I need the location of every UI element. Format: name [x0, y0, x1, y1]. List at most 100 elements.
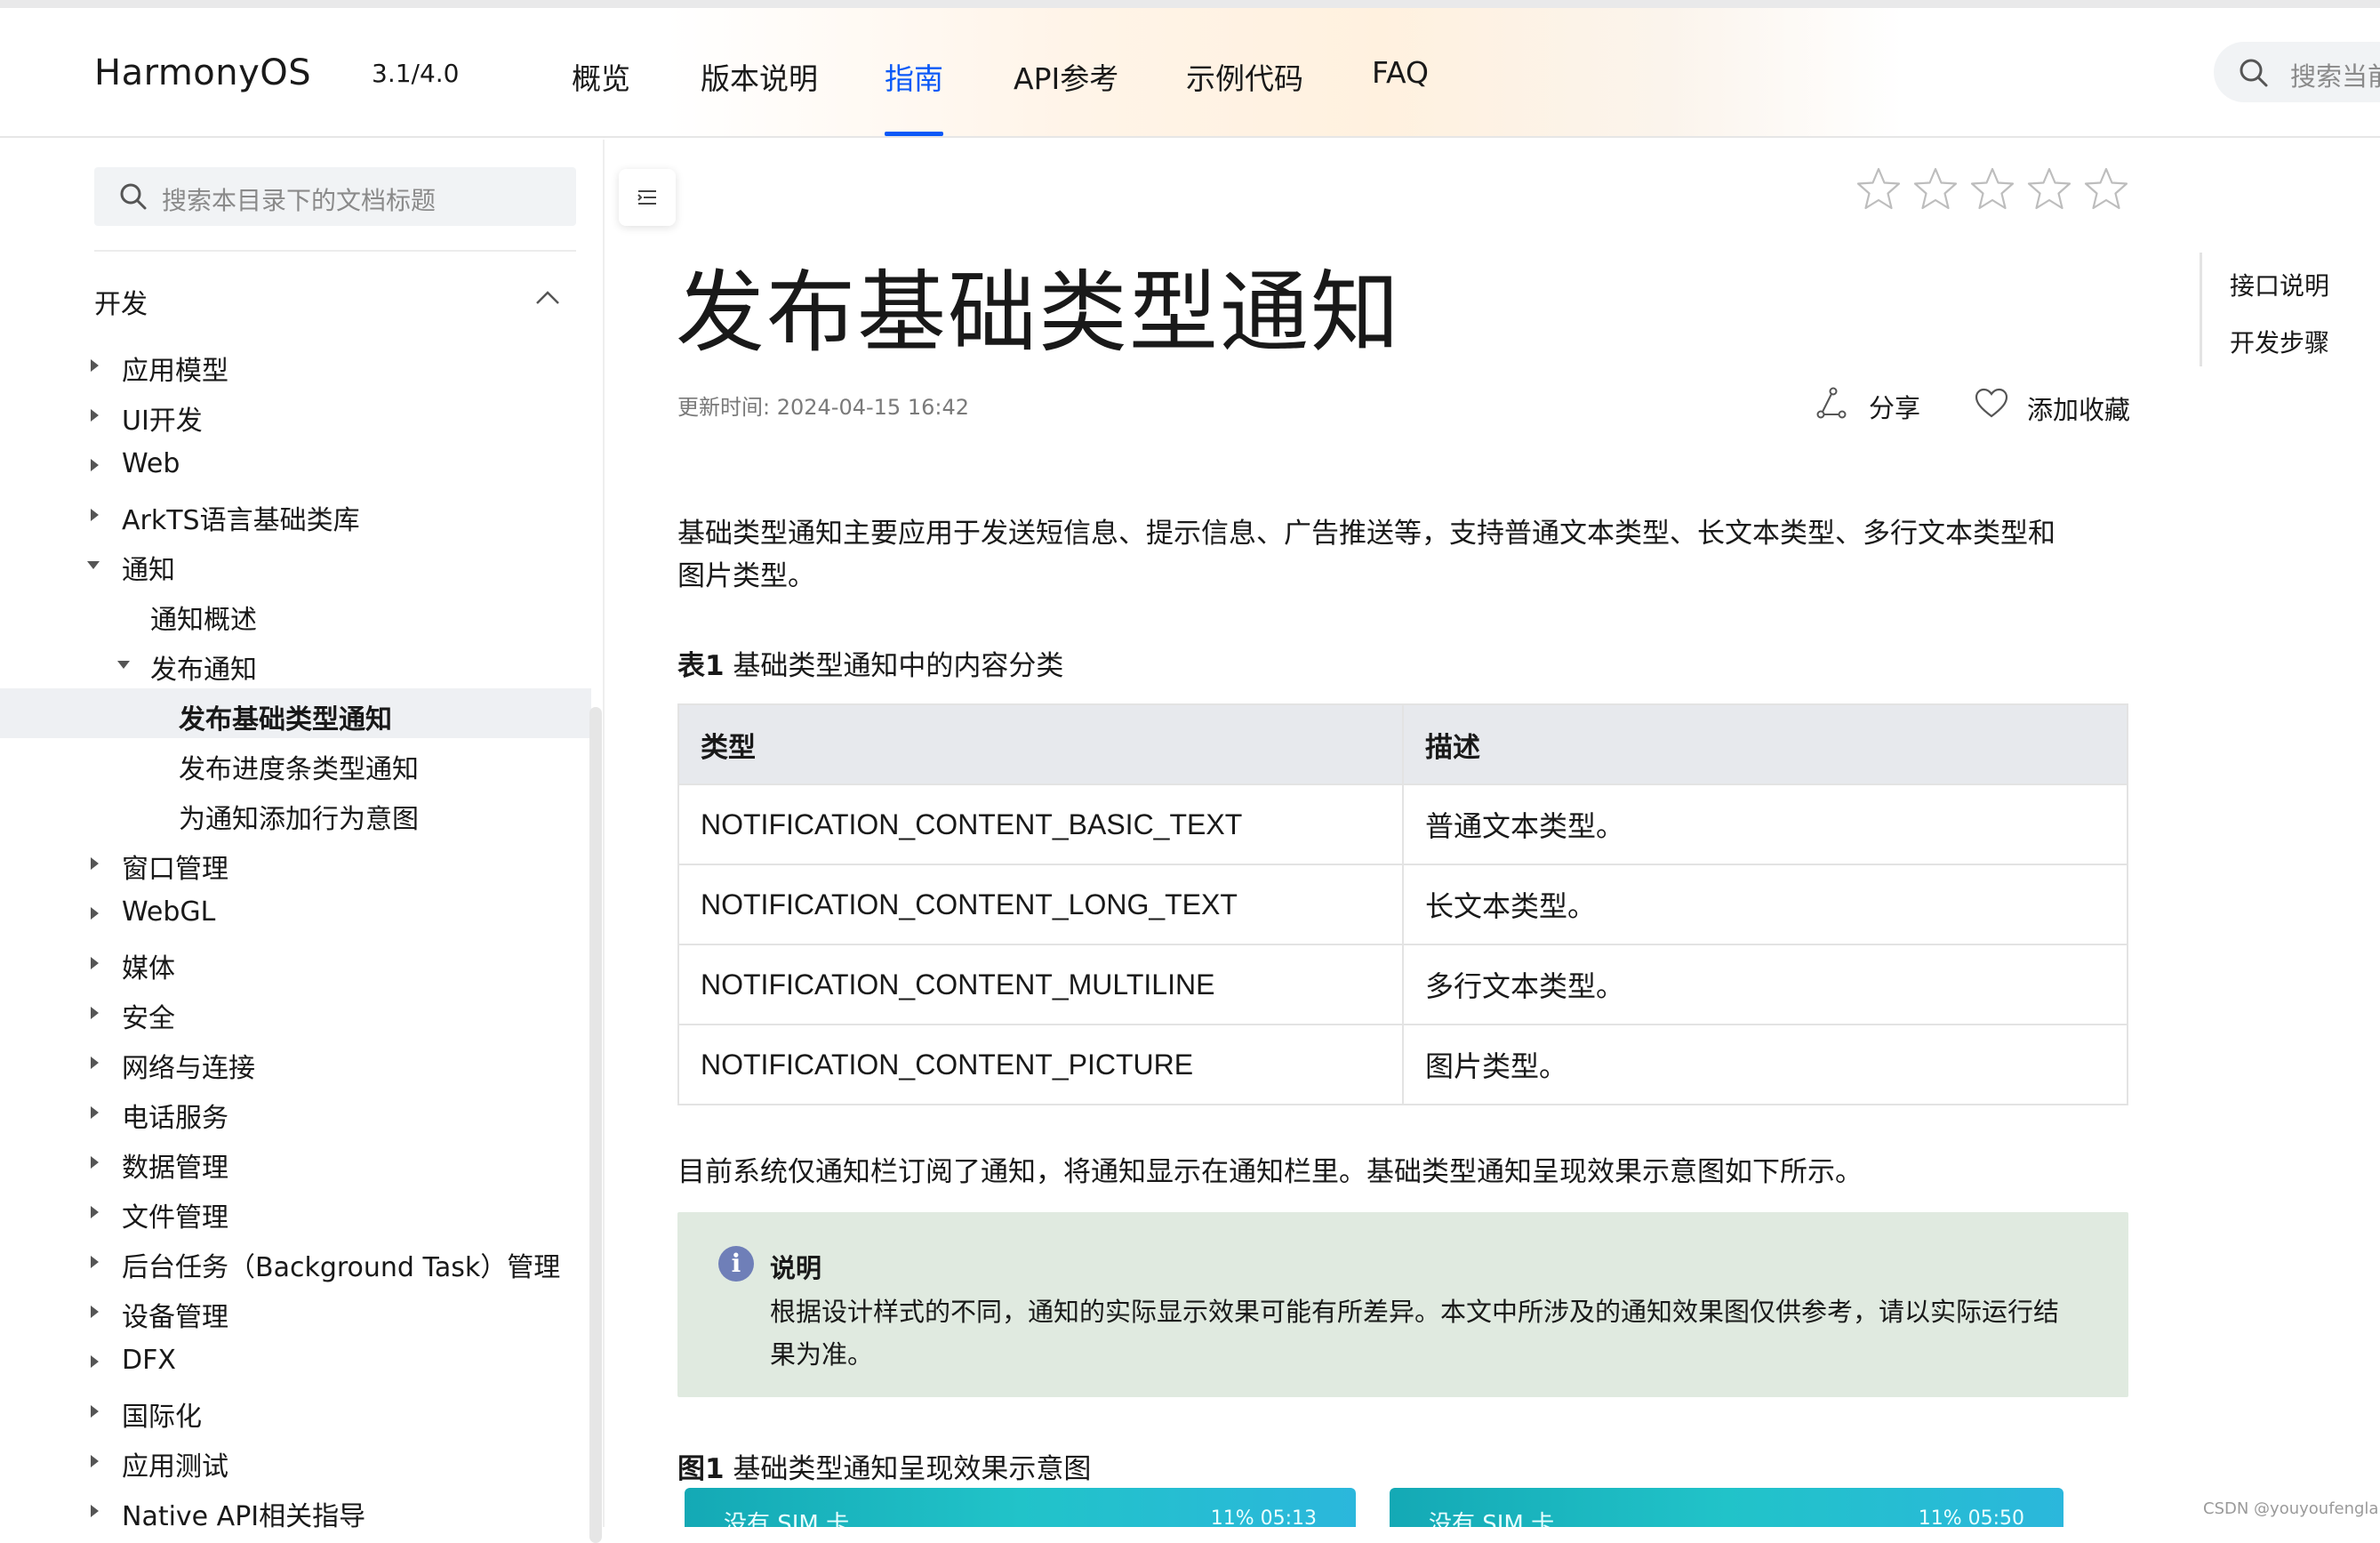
- caret-right-icon[interactable]: [91, 1007, 99, 1019]
- intro-line: 基础类型通知主要应用于发送短信息、提示信息、广告推送等，支持普通文本类型、长文本…: [677, 518, 2055, 550]
- table-row: NOTIFICATION_CONTENT_PICTURE 图片类型。: [677, 1024, 2128, 1105]
- nav-sample-code[interactable]: 示例代码: [1186, 55, 1303, 98]
- sidebar-tree-label: 数据管理: [122, 1153, 228, 1184]
- sidebar-tree-item[interactable]: 电话服务: [0, 1087, 591, 1137]
- table-cell: 普通文本类型。: [1402, 784, 2128, 865]
- right-toc-item[interactable]: 开发步骤: [2230, 324, 2329, 359]
- caret-right-icon[interactable]: [91, 1206, 99, 1218]
- caret-right-icon[interactable]: [91, 1355, 99, 1368]
- sidebar-tree-item[interactable]: 为通知添加行为意图: [0, 788, 591, 838]
- sidebar-tree-item[interactable]: 窗口管理: [0, 838, 591, 888]
- sidebar-tree-item[interactable]: 数据管理: [0, 1137, 591, 1186]
- sidebar-tree-item[interactable]: Native API相关指导: [0, 1485, 591, 1535]
- sidebar-tree-item[interactable]: ArkTS语言基础类库: [0, 489, 591, 539]
- favorite-label: 添加收藏: [2027, 395, 2131, 425]
- caret-right-icon[interactable]: [91, 509, 99, 521]
- nav-guide[interactable]: 指南: [885, 55, 943, 98]
- sidebar-tree-label: ArkTS语言基础类库: [122, 505, 360, 536]
- caret-right-icon[interactable]: [91, 1405, 99, 1418]
- caret-right-icon[interactable]: [91, 907, 99, 920]
- status-bar-carrier: 没有 SIM 卡: [1429, 1511, 1555, 1527]
- sidebar-tree-label: Web: [122, 448, 180, 479]
- caret-right-icon[interactable]: [91, 409, 99, 422]
- top-edge: [0, 0, 2380, 8]
- sidebar-tree-item[interactable]: DFX: [0, 1336, 591, 1386]
- table-header-cell: 类型: [677, 703, 1404, 785]
- caret-right-icon[interactable]: [91, 359, 99, 372]
- sidebar-tree-label: 发布进度条类型通知: [179, 754, 419, 785]
- caret-right-icon[interactable]: [91, 857, 99, 870]
- table-cell: 多行文本类型。: [1402, 944, 2128, 1025]
- sidebar-tree-item[interactable]: 通知概述: [0, 589, 591, 639]
- sidebar-tree-label: WebGL: [122, 896, 216, 928]
- toc-toggle-button[interactable]: [619, 169, 676, 226]
- table-cell: NOTIFICATION_CONTENT_MULTILINE: [677, 944, 1404, 1025]
- figure-screenshot: 没有 SIM 卡 11% 05:50: [1390, 1488, 2063, 1527]
- table-caption-number: 表1: [677, 650, 725, 682]
- sidebar-tree-item[interactable]: 安全: [0, 987, 591, 1037]
- sidebar-tree-item[interactable]: 文件管理: [0, 1186, 591, 1236]
- figure-caption-text: 基础类型通知呈现效果示意图: [724, 1453, 1092, 1485]
- table-cell: NOTIFICATION_CONTENT_PICTURE: [677, 1024, 1404, 1105]
- version-selector[interactable]: 3.1/4.0: [372, 59, 460, 88]
- caret-down-icon[interactable]: [87, 561, 100, 569]
- nav-faq[interactable]: FAQ: [1372, 55, 1429, 90]
- right-toc-item[interactable]: 接口说明: [2230, 267, 2329, 302]
- sidebar-tree-item[interactable]: 应用测试: [0, 1435, 591, 1485]
- figure-screenshot: 没有 SIM 卡 11% 05:13: [685, 1488, 1356, 1527]
- sidebar-search-input[interactable]: 搜索本目录下的文档标题: [94, 167, 576, 226]
- share-label: 分享: [1869, 393, 1921, 423]
- right-toc-rail: [2200, 253, 2202, 366]
- note-line: 根据设计样式的不同，通知的实际显示效果可能有所差异。本文中所涉及的通知效果图仅供…: [770, 1297, 2060, 1327]
- sidebar-tree-label: 后台任务（Background Task）管理: [122, 1252, 561, 1283]
- sidebar-group-title[interactable]: 开发: [94, 282, 148, 321]
- note-line: 果为准。: [770, 1339, 874, 1370]
- sidebar-tree-item[interactable]: 网络与连接: [0, 1037, 591, 1087]
- sidebar-tree-item[interactable]: 媒体: [0, 937, 591, 987]
- page-title: 发布基础类型通知: [676, 261, 1401, 365]
- sidebar-tree-item[interactable]: UI开发: [0, 390, 591, 439]
- table-cell: 长文本类型。: [1402, 864, 2128, 945]
- nav-active-underline: [885, 132, 943, 136]
- sidebar-scrollbar[interactable]: [589, 707, 602, 1543]
- brand-logo[interactable]: HarmonyOS: [94, 52, 311, 93]
- sidebar-tree-item[interactable]: 发布通知: [0, 639, 591, 688]
- caret-right-icon[interactable]: [91, 1455, 99, 1467]
- sidebar-tree-label: 国际化: [122, 1402, 202, 1433]
- sidebar-tree-label: 文件管理: [122, 1202, 228, 1234]
- table-row: NOTIFICATION_CONTENT_LONG_TEXT 长文本类型。: [677, 864, 2128, 945]
- caret-right-icon[interactable]: [91, 459, 99, 471]
- sidebar-tree-item[interactable]: 后台任务（Background Task）管理: [0, 1236, 591, 1286]
- caret-right-icon[interactable]: [91, 957, 99, 969]
- star-icon[interactable]: [1968, 165, 2016, 213]
- nav-release-notes[interactable]: 版本说明: [701, 55, 818, 98]
- sidebar-tree-label: UI开发: [122, 406, 203, 437]
- nav-api-reference[interactable]: API参考: [1014, 55, 1118, 98]
- caret-right-icon[interactable]: [91, 1057, 99, 1069]
- sidebar-tree-item[interactable]: 设备管理: [0, 1286, 591, 1336]
- sidebar-tree-label: 窗口管理: [122, 854, 228, 885]
- sidebar-tree-item[interactable]: 发布进度条类型通知: [0, 738, 591, 788]
- global-search-input[interactable]: 搜索当前: [2214, 42, 2380, 102]
- sidebar-tree-item[interactable]: WebGL: [0, 888, 591, 937]
- star-icon[interactable]: [1911, 165, 1959, 213]
- sidebar-tree-item[interactable]: Web: [0, 439, 591, 489]
- caret-right-icon[interactable]: [91, 1256, 99, 1268]
- caret-right-icon[interactable]: [91, 1106, 99, 1119]
- caret-right-icon[interactable]: [91, 1505, 99, 1517]
- caret-right-icon[interactable]: [91, 1156, 99, 1169]
- star-icon[interactable]: [1855, 165, 1903, 213]
- chevron-up-icon[interactable]: [533, 284, 562, 312]
- star-icon[interactable]: [2082, 165, 2130, 213]
- star-icon[interactable]: [2025, 165, 2073, 213]
- sidebar-tree-item[interactable]: 国际化: [0, 1386, 591, 1435]
- sidebar-tree-item[interactable]: 应用模型: [0, 340, 591, 390]
- sidebar-tree-label: 网络与连接: [122, 1053, 255, 1084]
- sidebar-tree-item[interactable]: 通知: [0, 539, 591, 589]
- caret-down-icon[interactable]: [117, 661, 130, 669]
- caret-right-icon[interactable]: [91, 1306, 99, 1318]
- sidebar-tree-label: 通知: [122, 555, 175, 586]
- updated-time: 更新时间: 2024-04-15 16:42: [677, 395, 969, 420]
- nav-overview[interactable]: 概览: [572, 55, 630, 98]
- sidebar-tree-item[interactable]: 发布基础类型通知: [0, 688, 591, 738]
